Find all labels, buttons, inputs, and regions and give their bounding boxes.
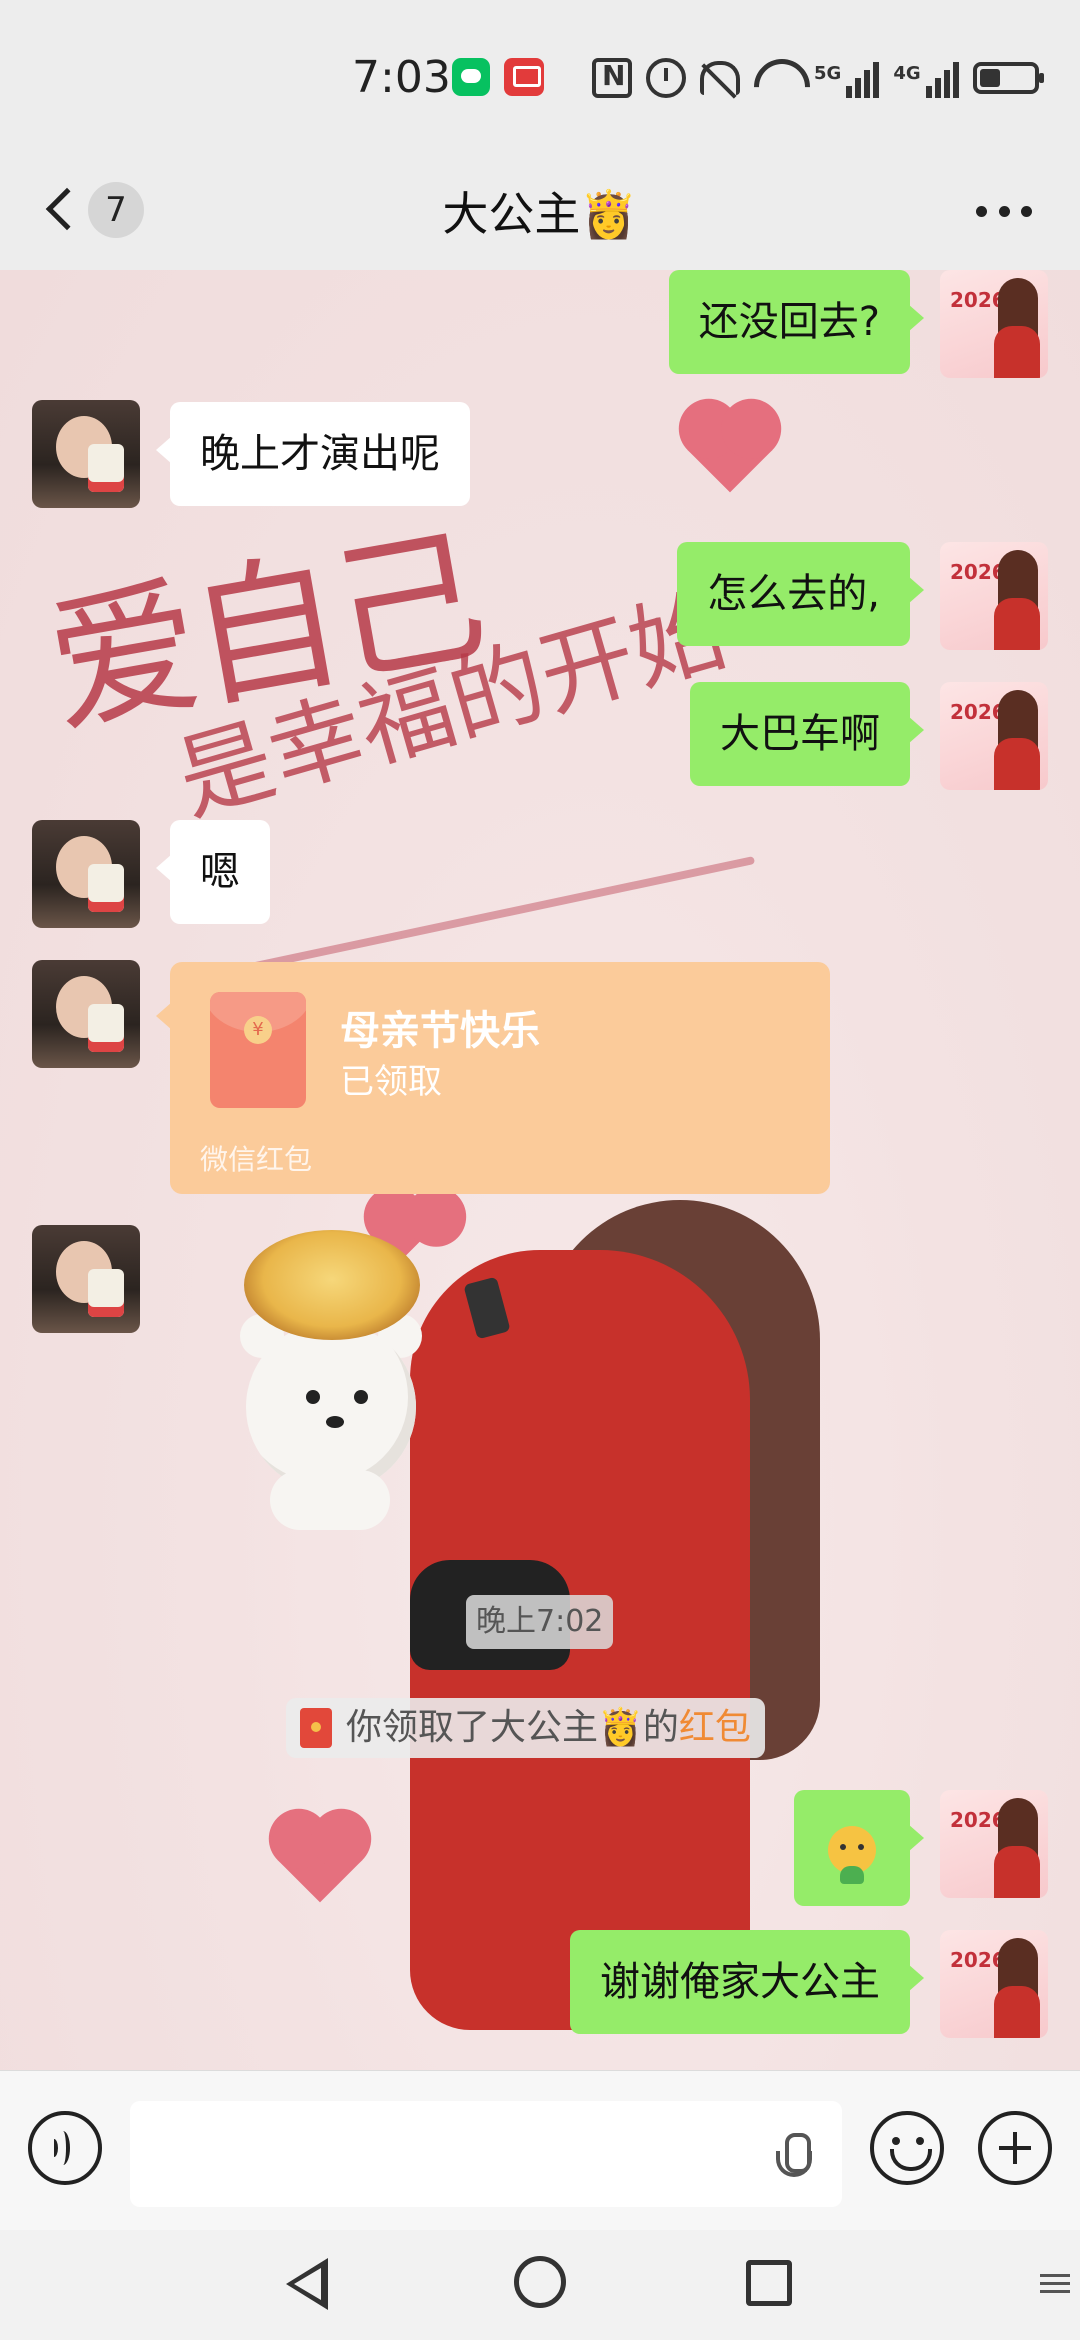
my-avatar[interactable]: 2026 — [940, 682, 1048, 790]
nav-menu-icon[interactable] — [1040, 2274, 1070, 2294]
mute-icon — [700, 61, 740, 95]
heart-decoration — [687, 407, 773, 493]
heart-decoration — [277, 1817, 363, 1903]
egg-tart-icon — [244, 1230, 420, 1340]
message-bubble-outgoing[interactable]: 还没回去? — [668, 270, 925, 374]
nav-back-button[interactable] — [286, 2258, 328, 2310]
contact-avatar[interactable] — [32, 400, 140, 508]
system-nav-bar — [0, 2230, 1080, 2340]
system-message: 你领取了大公主👸的红包 — [286, 1698, 765, 1758]
red-packet-status: 已领取 — [340, 1062, 442, 1102]
coin-icon: ¥ — [244, 1016, 272, 1044]
input-bar — [0, 2070, 1080, 2230]
system-message-text: 你领取了大公主👸的 — [346, 1707, 679, 1748]
nav-recents-button[interactable] — [746, 2260, 792, 2306]
red-envelope-icon: ¥ — [210, 992, 306, 1108]
nfc-icon — [592, 58, 632, 98]
voice-input-button[interactable] — [28, 2111, 102, 2185]
wechat-notification-icon — [452, 58, 490, 96]
chat-title: 大公主👸 — [442, 187, 638, 241]
message-bubble-outgoing-emoji[interactable] — [794, 1790, 924, 1906]
contact-avatar[interactable] — [32, 1225, 140, 1333]
contact-avatar[interactable] — [32, 960, 140, 1068]
red-packet-card[interactable]: ¥ 母亲节快乐 已领取 微信红包 — [156, 962, 830, 1194]
message-bubble-incoming[interactable]: 晚上才演出呢 — [156, 402, 470, 506]
emoji-icon — [828, 1826, 876, 1884]
wifi-icon — [754, 59, 800, 97]
my-avatar[interactable]: 2026 — [940, 542, 1048, 650]
alarm-icon — [646, 58, 686, 98]
my-avatar[interactable]: 2026 — [940, 1930, 1048, 2038]
red-packet-link[interactable]: 红包 — [679, 1707, 751, 1748]
chat-header: 7 大公主👸 — [0, 150, 1080, 270]
emoji-button[interactable] — [870, 2111, 944, 2185]
nav-home-button[interactable] — [514, 2256, 566, 2308]
signal-icon-2: 4G — [893, 58, 959, 98]
bear-icon — [246, 1322, 416, 1492]
status-time: 7:03 — [352, 52, 451, 103]
time-stamp: 晚上7:02 — [466, 1595, 614, 1649]
message-bubble-incoming[interactable]: 嗯 — [156, 820, 270, 924]
more-functions-button[interactable] — [978, 2111, 1052, 2185]
status-icons: 5G 4G — [592, 56, 1044, 100]
network-type-1: 5G — [814, 63, 842, 84]
red-packet-title: 母亲节快乐 — [340, 1008, 540, 1054]
microphone-icon[interactable] — [776, 2133, 812, 2193]
message-bubble-outgoing[interactable]: 怎么去的, — [677, 542, 924, 646]
red-packet-label: 微信红包 — [200, 1143, 313, 1176]
message-input[interactable] — [130, 2101, 842, 2207]
message-bubble-outgoing[interactable]: 谢谢俺家大公主 — [570, 1930, 924, 2034]
contact-avatar[interactable] — [32, 820, 140, 928]
signal-icon: 5G — [814, 58, 880, 98]
app-notification-icon — [504, 58, 544, 96]
my-avatar[interactable]: 2026 — [940, 270, 1048, 378]
egg-tart-bear-sticker[interactable] — [230, 1230, 450, 1530]
red-packet-icon — [300, 1708, 332, 1748]
my-avatar[interactable]: 2026 — [940, 1790, 1048, 1898]
battery-icon — [972, 62, 1044, 94]
message-bubble-outgoing[interactable]: 大巴车啊 — [690, 682, 924, 786]
network-type-2: 4G — [893, 63, 921, 84]
more-options-button[interactable] — [976, 206, 1032, 220]
status-bar: 7:03 5G 4G — [0, 0, 1080, 150]
wallpaper-stroke — [244, 856, 756, 972]
chat-area[interactable]: 爱自己 是幸福的开始 2026 还没回去? 晚上才演出呢 2026 怎么去的, … — [0, 270, 1080, 2070]
